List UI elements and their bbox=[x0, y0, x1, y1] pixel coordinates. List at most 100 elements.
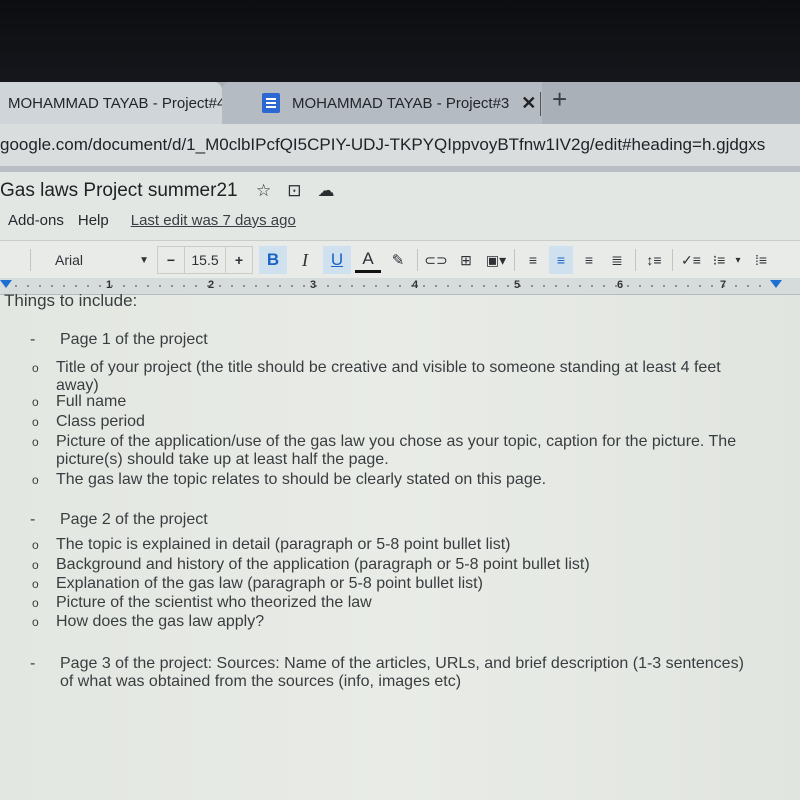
list-item-text: Picture of the application/use of the ga… bbox=[56, 433, 737, 468]
document-title[interactable]: Gas laws Project summer21 bbox=[0, 180, 238, 202]
circle-bullet: o bbox=[32, 473, 39, 487]
font-name: Arial bbox=[55, 252, 84, 268]
list-item: o Picture of the application/use of the … bbox=[32, 433, 746, 469]
circle-bullet: o bbox=[32, 558, 39, 572]
tab-separator bbox=[540, 92, 541, 116]
underline-button[interactable]: U bbox=[323, 246, 351, 274]
toolbar-separator bbox=[30, 249, 31, 271]
list-item: o Explanation of the gas law (paragraph … bbox=[32, 575, 746, 593]
font-family-select[interactable]: Arial ▼ bbox=[37, 246, 149, 274]
tab-title: MOHAMMAD TAYAB - Project#3 bbox=[292, 94, 510, 112]
browser-tab-inactive[interactable]: MOHAMMAD TAYAB - Project#3 ✕ bbox=[222, 82, 542, 124]
ruler-number: 6 bbox=[617, 279, 624, 291]
align-right-icon[interactable]: ≡ bbox=[577, 246, 601, 274]
circle-bullet: o bbox=[32, 615, 39, 629]
highlight-color-button[interactable]: ✎ bbox=[385, 246, 411, 274]
decrease-font-size-button[interactable]: − bbox=[158, 247, 184, 273]
increase-font-size-button[interactable]: + bbox=[226, 247, 252, 273]
list-item-text: Explanation of the gas law (paragraph or… bbox=[56, 575, 483, 592]
circle-bullet: o bbox=[32, 596, 39, 610]
address-bar[interactable]: google.com/document/d/1_M0clbIPcfQI5CPIY… bbox=[0, 124, 800, 172]
toolbar-separator bbox=[635, 249, 636, 271]
cloud-status-icon[interactable]: ☁ bbox=[318, 181, 335, 201]
section-title: Page 1 of the project bbox=[60, 331, 208, 348]
menu-help[interactable]: Help bbox=[78, 212, 109, 229]
toolbar-separator bbox=[514, 249, 515, 271]
formatting-toolbar: Arial ▼ − 15.5 + B I U A ✎ ⊂⊃ ⊞ ▣▾ ≡ ≡ ≡… bbox=[0, 240, 800, 279]
insert-link-icon[interactable]: ⊂⊃ bbox=[424, 246, 448, 274]
italic-button[interactable]: I bbox=[291, 246, 319, 274]
close-tab-icon[interactable]: ✕ bbox=[521, 93, 536, 114]
line-spacing-icon[interactable]: ↕≡ bbox=[642, 246, 666, 274]
circle-bullet: o bbox=[32, 361, 39, 375]
list-item-text: Title of your project (the title should … bbox=[56, 359, 721, 394]
checklist-icon[interactable]: ✓≡ bbox=[679, 246, 703, 274]
list-item-text: Full name bbox=[56, 393, 127, 410]
tab-title: MOHAMMAD TAYAB - Project#4 bbox=[8, 94, 226, 112]
right-indent-marker[interactable] bbox=[770, 280, 782, 288]
docs-header: Gas laws Project summer21 ☆ ⊡ ☁ Add-ons … bbox=[0, 172, 800, 240]
menu-bar: Add-ons Help Last edit was 7 days ago bbox=[8, 212, 296, 229]
numbered-list-icon[interactable]: ⁞≡ bbox=[749, 246, 773, 274]
left-indent-marker[interactable] bbox=[0, 280, 12, 288]
section-title: Page 3 of the project: Sources: Name of … bbox=[60, 655, 744, 690]
font-size-input[interactable]: 15.5 bbox=[184, 247, 226, 273]
dash-bullet: - bbox=[30, 511, 36, 528]
url-text[interactable]: google.com/document/d/1_M0clbIPcfQI5CPIY… bbox=[0, 135, 765, 155]
move-to-folder-icon[interactable]: ⊡ bbox=[287, 181, 301, 201]
justify-icon[interactable]: ≣ bbox=[605, 246, 629, 274]
document-canvas[interactable]: Things to include: - Page 1 of the proje… bbox=[0, 291, 800, 800]
circle-bullet: o bbox=[32, 395, 39, 409]
ruler-number: 5 bbox=[514, 279, 521, 291]
list-item-text: The gas law the topic relates to should … bbox=[56, 471, 547, 488]
list-item-text: Picture of the scientist who theorized t… bbox=[56, 594, 372, 611]
new-tab-button[interactable]: + bbox=[552, 84, 567, 115]
list-item-text: How does the gas law apply? bbox=[56, 613, 265, 630]
bulleted-list-dropdown-icon[interactable]: ▾ bbox=[731, 246, 745, 274]
list-item: o Title of your project (the title shoul… bbox=[32, 359, 746, 395]
chevron-down-icon: ▼ bbox=[139, 254, 149, 266]
browser-tab-active[interactable]: MOHAMMAD TAYAB - Project#4 ✕ bbox=[0, 82, 252, 124]
dash-bullet: - bbox=[30, 331, 36, 348]
toolbar-separator bbox=[417, 249, 418, 271]
section-heading: Things to include: bbox=[4, 291, 138, 310]
ruler-number: 1 bbox=[106, 279, 113, 291]
align-center-icon[interactable]: ≡ bbox=[549, 246, 573, 274]
ruler-number: 2 bbox=[208, 279, 215, 291]
star-icon[interactable]: ☆ bbox=[256, 181, 271, 201]
title-actions: ☆ ⊡ ☁ bbox=[256, 181, 335, 201]
list-item: o Background and history of the applicat… bbox=[32, 556, 746, 574]
list-item: o Picture of the scientist who theorized… bbox=[32, 594, 746, 612]
list-item: o Full name bbox=[32, 393, 746, 411]
text-color-button[interactable]: A bbox=[355, 248, 381, 273]
ruler-number: 7 bbox=[720, 279, 727, 291]
list-item-text: The topic is explained in detail (paragr… bbox=[56, 536, 511, 553]
last-edit-link[interactable]: Last edit was 7 days ago bbox=[131, 212, 296, 229]
list-item-text: Background and history of the applicatio… bbox=[56, 556, 590, 573]
circle-bullet: o bbox=[32, 415, 39, 429]
list-item: o How does the gas law apply? bbox=[32, 613, 746, 631]
circle-bullet: o bbox=[32, 577, 39, 591]
font-size-control: − 15.5 + bbox=[157, 246, 253, 274]
toolbar-dropdown-caret[interactable] bbox=[0, 246, 24, 274]
google-docs-icon bbox=[262, 93, 280, 113]
list-item: o Class period bbox=[32, 413, 746, 431]
align-left-icon[interactable]: ≡ bbox=[521, 246, 545, 274]
list-item: o The gas law the topic relates to shoul… bbox=[32, 471, 746, 489]
browser-tab-strip: MOHAMMAD TAYAB - Project#4 ✕ MOHAMMAD TA… bbox=[0, 82, 800, 124]
dash-bullet: - bbox=[30, 655, 36, 672]
list-item-text: Class period bbox=[56, 413, 145, 430]
section-title: Page 2 of the project bbox=[60, 511, 208, 528]
list-item: o The topic is explained in detail (para… bbox=[32, 536, 746, 554]
bold-button[interactable]: B bbox=[259, 246, 287, 274]
ruler-number: 4 bbox=[412, 279, 419, 291]
toolbar-separator bbox=[672, 249, 673, 271]
screen-bezel bbox=[0, 0, 800, 82]
bulleted-list-icon[interactable]: ⁝≡ bbox=[707, 246, 731, 274]
menu-add-ons[interactable]: Add-ons bbox=[8, 212, 64, 229]
ruler-ticks bbox=[10, 285, 770, 287]
circle-bullet: o bbox=[32, 538, 39, 552]
circle-bullet: o bbox=[32, 435, 39, 449]
add-comment-icon[interactable]: ⊞ bbox=[454, 246, 478, 274]
insert-image-icon[interactable]: ▣▾ bbox=[484, 246, 508, 274]
